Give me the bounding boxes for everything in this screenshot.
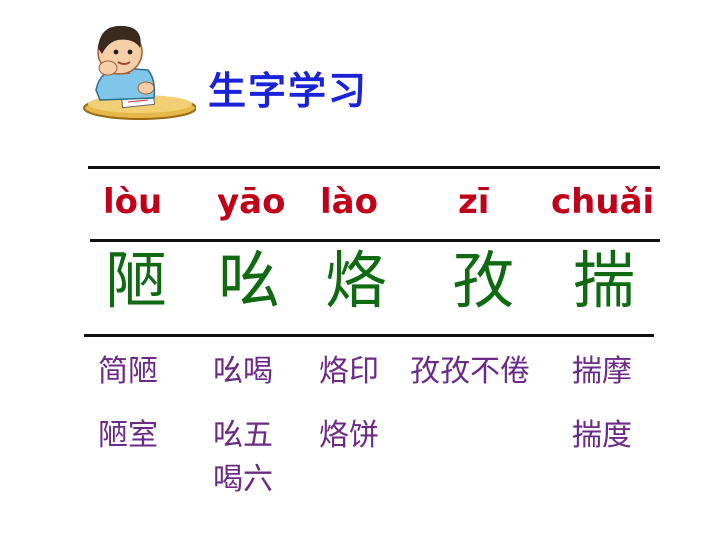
divider-top <box>88 166 660 169</box>
page-title: 生字学习 <box>208 69 369 113</box>
char-zi: 孜 <box>452 244 515 317</box>
word-chuaimo: 揣摩 <box>572 354 632 389</box>
word-laoyin: 烙印 <box>319 354 379 389</box>
pinyin-yao: yāo <box>217 182 286 222</box>
pinyin-lou: lòu <box>103 182 163 222</box>
pinyin-lao: lào <box>320 182 378 222</box>
boy-reading-illustration <box>83 25 196 120</box>
word-jianlou: 简陋 <box>98 354 158 389</box>
char-lou: 陋 <box>105 244 168 317</box>
word-yaowu: 吆五 <box>213 418 273 453</box>
word-heliu: 喝六 <box>213 462 273 497</box>
divider-bottom <box>84 334 654 337</box>
char-lao: 烙 <box>325 244 388 317</box>
pinyin-zi: zī <box>458 182 490 222</box>
word-zizibujuan: 孜孜不倦 <box>410 354 530 389</box>
word-loushi: 陋室 <box>98 418 158 453</box>
word-yaohe: 吆喝 <box>213 354 273 389</box>
word-laobing: 烙饼 <box>319 418 379 453</box>
char-chuai: 揣 <box>573 244 636 317</box>
word-chuaiduo: 揣度 <box>572 418 632 453</box>
pinyin-chuai: chuǎi <box>551 182 655 222</box>
divider-middle <box>90 239 660 242</box>
char-yao: 吆 <box>218 244 281 317</box>
